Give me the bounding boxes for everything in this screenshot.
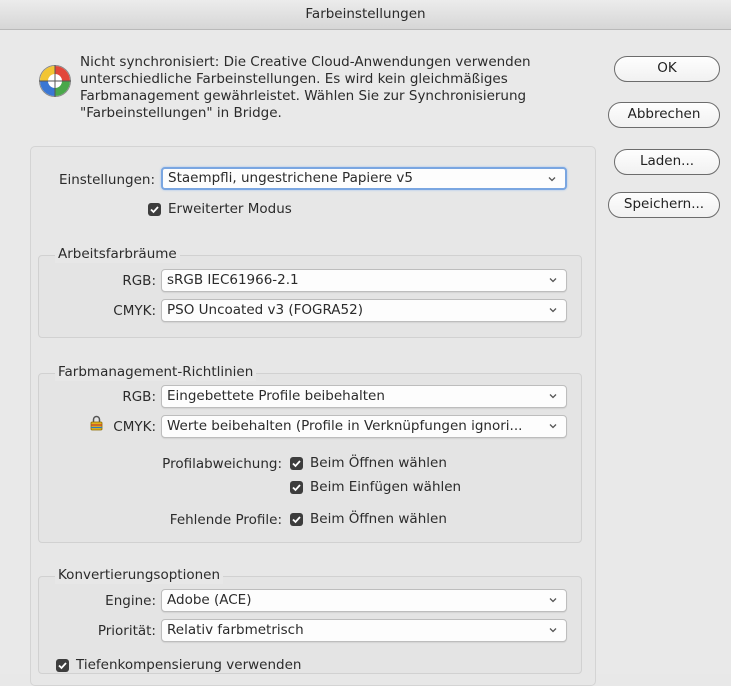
checkmark-icon [292, 516, 301, 524]
sync-warning-line: unterschiedliche Farbeinstellungen. Es w… [80, 71, 508, 87]
engine-select[interactable]: Adobe (ACE) [161, 589, 567, 612]
working-cmyk-label: CMYK: [113, 303, 156, 319]
settings-label: Einstellungen: [58, 172, 155, 188]
mismatch-ask-paste-checkbox[interactable] [290, 481, 303, 494]
profile-mismatch-label: Profilabweichung: [162, 456, 282, 472]
sync-warning-line: "Farbeinstellungen" in Bridge. [80, 105, 282, 121]
conversion-title: Konvertierungsoptionen [55, 567, 224, 584]
mismatch-ask-paste-label: Beim Einfügen wählen [310, 479, 462, 495]
load-button[interactable]: Laden... [614, 149, 720, 175]
working-cmyk-value: PSO Uncoated v3 (FOGRA52) [167, 302, 363, 318]
sync-warning-text: Nicht synchronisiert: Die Creative Cloud… [80, 54, 580, 122]
chevron-down-icon [549, 278, 557, 283]
chevron-down-icon [549, 628, 557, 633]
sync-warning-line: Nicht synchronisiert: Die Creative Cloud… [80, 54, 531, 70]
chevron-down-icon [549, 308, 557, 313]
working-spaces-title: Arbeitsfarbräume [55, 246, 180, 263]
policy-rgb-label: RGB: [122, 389, 156, 405]
engine-value: Adobe (ACE) [167, 592, 252, 608]
policy-rgb-value: Eingebettete Profile beibehalten [167, 388, 385, 404]
black-point-checkbox[interactable] [56, 659, 69, 672]
ok-button[interactable]: OK [614, 56, 720, 82]
advanced-mode-checkbox[interactable] [148, 203, 161, 216]
working-rgb-label: RGB: [122, 273, 156, 289]
cancel-button[interactable]: Abbrechen [608, 102, 720, 128]
intent-value: Relativ farbmetrisch [167, 622, 304, 638]
chevron-down-icon [549, 424, 557, 429]
policies-title: Farbmanagement-Richtlinien [55, 364, 257, 381]
mismatch-ask-open-label: Beim Öffnen wählen [310, 455, 447, 471]
checkmark-icon [58, 662, 67, 670]
black-point-label: Tiefenkompensierung verwenden [76, 657, 302, 673]
color-sync-warning-icon [39, 65, 71, 97]
working-spaces-group [38, 255, 582, 338]
missing-profiles-label: Fehlende Profile: [169, 512, 282, 528]
working-rgb-value: sRGB IEC61966-2.1 [167, 272, 299, 288]
engine-label: Engine: [105, 593, 156, 609]
mismatch-ask-open-checkbox[interactable] [290, 457, 303, 470]
chevron-down-icon [549, 394, 557, 399]
policy-cmyk-label: CMYK: [113, 419, 156, 435]
lock-icon [90, 415, 103, 431]
chevron-down-icon [549, 598, 557, 603]
missing-ask-open-checkbox[interactable] [290, 513, 303, 526]
window-titlebar: Farbeinstellungen [0, 0, 731, 30]
window-title: Farbeinstellungen [305, 6, 426, 22]
advanced-mode-label: Erweiterter Modus [168, 201, 292, 217]
policy-cmyk-value: Werte beibehalten (Profile in Verknüpfun… [167, 418, 523, 434]
policy-cmyk-select[interactable]: Werte beibehalten (Profile in Verknüpfun… [161, 415, 567, 438]
intent-select[interactable]: Relativ farbmetrisch [161, 619, 567, 642]
missing-ask-open-label: Beim Öffnen wählen [310, 511, 447, 527]
working-cmyk-select[interactable]: PSO Uncoated v3 (FOGRA52) [161, 299, 567, 322]
intent-label: Priorität: [97, 623, 156, 639]
chevron-down-icon [548, 177, 556, 182]
policy-rgb-select[interactable]: Eingebettete Profile beibehalten [161, 385, 567, 408]
working-rgb-select[interactable]: sRGB IEC61966-2.1 [161, 269, 567, 292]
sync-warning-line: Farbmanagement gewährleistet. Wählen Sie… [80, 88, 527, 104]
settings-select[interactable]: Staempfli, ungestrichene Papiere v5 [161, 167, 567, 190]
checkmark-icon [150, 206, 159, 214]
save-button[interactable]: Speichern... [608, 192, 720, 218]
checkmark-icon [292, 460, 301, 468]
settings-select-value: Staempfli, ungestrichene Papiere v5 [168, 170, 413, 186]
checkmark-icon [292, 484, 301, 492]
